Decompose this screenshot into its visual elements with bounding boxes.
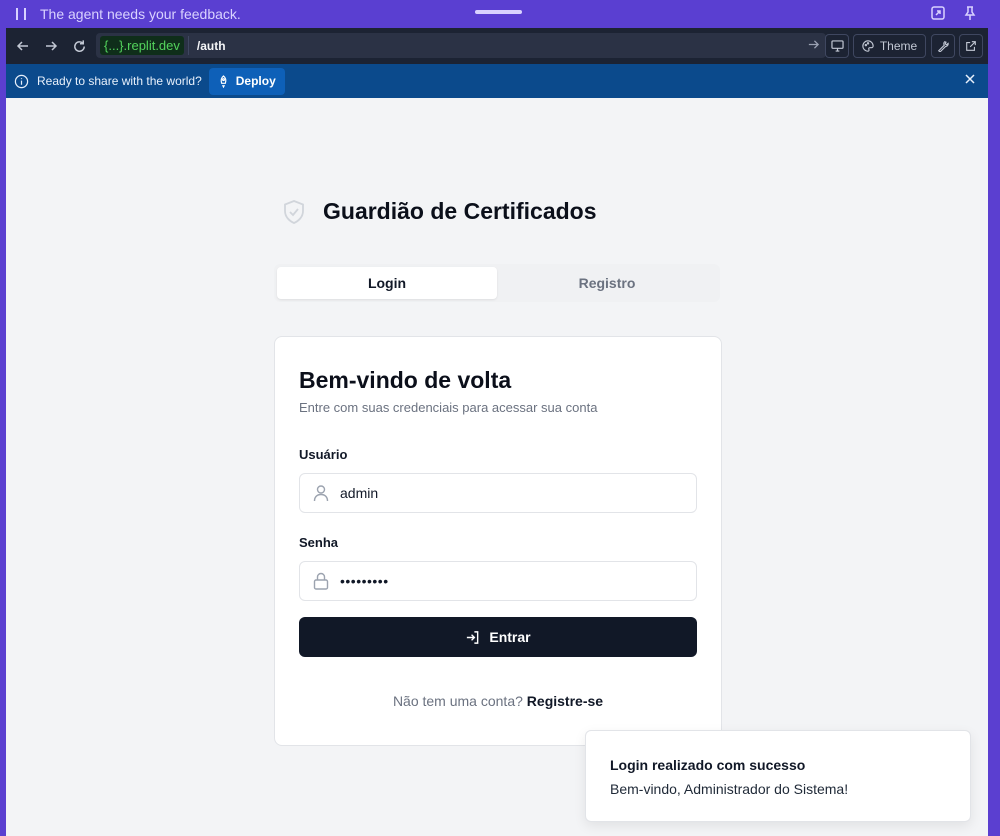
palette-icon (862, 40, 874, 52)
deploy-banner: Ready to share with the world? Deploy (6, 64, 988, 98)
password-value: ••••••••• (340, 573, 389, 589)
external-link-icon (966, 41, 976, 51)
browser-toolbar: {...} .replit.dev /auth Theme (6, 28, 988, 64)
url-domain: {...} .replit.dev (100, 36, 184, 55)
back-icon[interactable] (9, 32, 37, 60)
user-icon (312, 484, 330, 502)
agent-feedback-bar: The agent needs your feedback. (0, 0, 1000, 28)
info-icon (14, 74, 29, 88)
deploy-button[interactable]: Deploy (208, 67, 285, 95)
reload-icon[interactable] (65, 32, 93, 60)
deploy-button-label: Deploy (235, 74, 276, 88)
app-page: Guardião de Certificados Login Registro … (6, 98, 988, 836)
open-new-tab-button[interactable] (959, 34, 983, 58)
login-card: Bem-vindo de volta Entre com suas creden… (274, 336, 722, 746)
login-submit-label: Entrar (489, 629, 531, 645)
toast-title: Login realizado com sucesso (610, 757, 806, 773)
theme-label: Theme (879, 39, 918, 53)
register-prompt-text: Não tem uma conta? (392, 693, 523, 709)
expand-icon[interactable] (930, 5, 946, 21)
username-label: Usuário (299, 447, 348, 462)
theme-button[interactable]: Theme (853, 34, 926, 58)
device-preview-button[interactable] (825, 34, 849, 58)
url-domain-suffix: .replit.dev (123, 38, 180, 53)
monitor-icon (830, 40, 844, 52)
toast-body: Bem-vindo, Administrador do Sistema! (610, 781, 849, 797)
tab-registro[interactable]: Registro (497, 267, 717, 299)
lock-icon (312, 572, 330, 590)
deploy-banner-text: Ready to share with the world? (37, 74, 202, 88)
brand-title: Guardião de Certificados (323, 198, 597, 224)
forward-icon[interactable] (37, 32, 65, 60)
wrench-icon (937, 41, 949, 52)
success-toast: Login realizado com sucesso Bem-vindo, A… (585, 730, 971, 822)
devtools-button[interactable] (931, 34, 955, 58)
url-domain-prefix: {...} (104, 38, 124, 53)
tab-login[interactable]: Login (277, 267, 497, 299)
url-field[interactable]: {...} .replit.dev /auth (96, 33, 826, 58)
password-field[interactable]: ••••••••• (299, 561, 697, 601)
card-title: Bem-vindo de volta (299, 367, 512, 393)
close-icon[interactable] (964, 73, 976, 85)
rocket-icon (220, 74, 227, 88)
shield-check-icon (284, 199, 304, 224)
username-value: admin (340, 485, 379, 501)
go-arrow-icon[interactable] (807, 38, 820, 51)
password-label: Senha (299, 535, 339, 550)
log-in-icon (467, 630, 479, 644)
brand-header: Guardião de Certificados (282, 198, 597, 225)
url-separator (187, 36, 189, 55)
drag-handle[interactable] (475, 10, 522, 14)
auth-tabs: Login Registro (274, 264, 720, 302)
username-field[interactable]: admin (299, 473, 697, 513)
register-prompt: Não tem uma conta? Registre-se (275, 693, 721, 709)
url-path: /auth (196, 38, 226, 53)
pin-icon[interactable] (962, 5, 978, 21)
pause-icon[interactable] (16, 8, 26, 20)
card-subtitle: Entre com suas credenciais para acessar … (299, 400, 598, 415)
agent-message[interactable]: The agent needs your feedback. (40, 6, 241, 22)
register-link[interactable]: Registre-se (527, 693, 603, 709)
login-submit-button[interactable]: Entrar (299, 617, 697, 657)
